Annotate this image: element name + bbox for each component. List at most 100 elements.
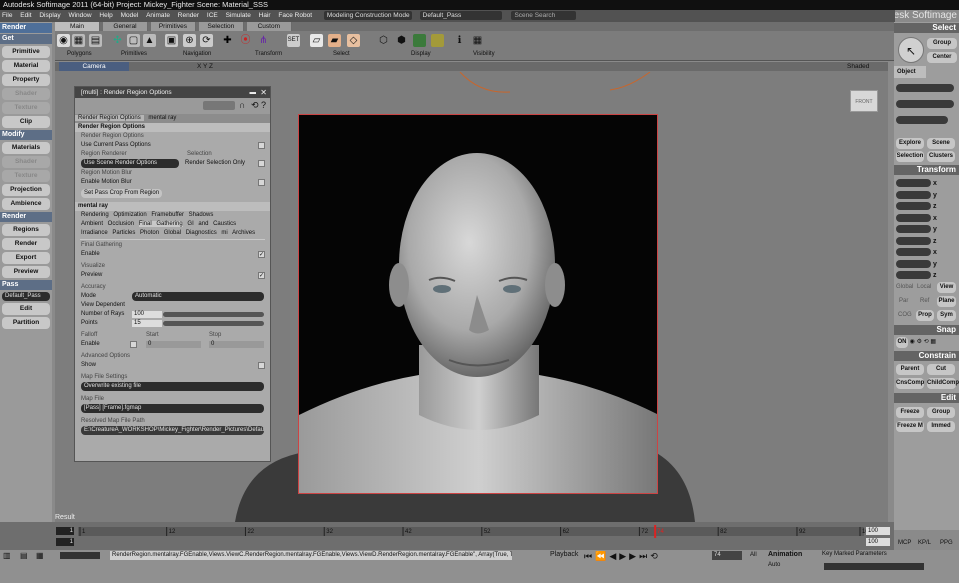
- enable-mb-checkbox[interactable]: [258, 179, 265, 186]
- mr-tab-photon-global[interactable]: Photon Global: [140, 230, 181, 236]
- mr-tab-gi-caustics[interactable]: GI and Caustics: [187, 221, 236, 227]
- command-line[interactable]: RenderRegion.mentalray.FGEnable,Views.Vi…: [110, 551, 512, 560]
- tab-general[interactable]: General: [102, 22, 148, 31]
- edit-pass-button[interactable]: Edit: [2, 303, 50, 315]
- cone-icon[interactable]: ▲: [143, 34, 156, 47]
- falloff-start-input[interactable]: 0: [146, 341, 201, 348]
- minimize-icon[interactable]: ▬: [250, 87, 257, 98]
- render-button[interactable]: Render: [2, 238, 50, 250]
- center-button[interactable]: Center: [927, 52, 957, 63]
- timeline[interactable]: 1 12 22 32 42 52 62 72 82 92 100 74 1 100 1 100: [0, 522, 894, 550]
- regions-button[interactable]: Regions: [2, 224, 50, 236]
- menu-face-robot[interactable]: Face Robot: [278, 10, 312, 22]
- mode-cog[interactable]: COG: [898, 312, 912, 318]
- mode-local[interactable]: Local: [917, 284, 931, 290]
- mode-ref[interactable]: Ref: [920, 298, 929, 304]
- camera-dropdown[interactable]: Camera: [59, 62, 129, 71]
- display-mode-dropdown[interactable]: Shaded: [847, 62, 869, 71]
- mode-par[interactable]: Par: [899, 298, 908, 304]
- preview-checkbox[interactable]: ✓: [258, 272, 265, 279]
- lock-icon[interactable]: ∩: [239, 100, 245, 110]
- textured-cube-icon[interactable]: [431, 34, 444, 47]
- modify-texture-button[interactable]: Texture: [2, 170, 50, 182]
- childcomp-button[interactable]: ChildComp: [927, 378, 959, 389]
- menu-hair[interactable]: Hair: [259, 10, 271, 22]
- prev-key-icon[interactable]: ⏪: [595, 551, 609, 561]
- zoom-icon[interactable]: ⊕: [183, 34, 196, 47]
- timeline-end-input[interactable]: 100: [866, 527, 890, 535]
- close-icon[interactable]: ✕: [260, 87, 267, 98]
- scene-search-input[interactable]: Scene Search: [511, 10, 577, 20]
- help-icon[interactable]: ?: [261, 100, 266, 110]
- scene-button[interactable]: Scene: [927, 138, 955, 149]
- snap-grid-icon[interactable]: ⚙: [917, 339, 922, 345]
- points-slider[interactable]: [163, 321, 264, 326]
- menu-display[interactable]: Display: [39, 10, 60, 22]
- points-input[interactable]: 15: [132, 320, 162, 327]
- scale-icon[interactable]: ⋔: [257, 34, 270, 47]
- wireframe-cube-icon[interactable]: ⬡: [377, 34, 390, 47]
- rot-z-field[interactable]: [896, 236, 931, 245]
- rro-section-header[interactable]: Render Region Options: [75, 123, 270, 132]
- falloff-enable-checkbox[interactable]: [130, 341, 137, 348]
- next-frame-icon[interactable]: ▶: [629, 551, 639, 561]
- polygon-icon[interactable]: ▦: [72, 34, 85, 47]
- filter-field-1[interactable]: [896, 84, 954, 92]
- texture-button[interactable]: Texture: [2, 102, 50, 114]
- partition-button[interactable]: Partition: [2, 317, 50, 329]
- select-edge-icon[interactable]: ◇: [347, 34, 360, 47]
- tab-selection[interactable]: Selection: [198, 22, 244, 31]
- all-toggle[interactable]: All: [750, 552, 757, 558]
- rays-slider[interactable]: [163, 312, 264, 317]
- key-field[interactable]: [824, 563, 924, 570]
- set-pass-crop-button[interactable]: Set Pass Crop From Region: [81, 189, 163, 198]
- mode-global[interactable]: Global: [896, 284, 913, 290]
- falloff-stop-input[interactable]: 0: [209, 341, 264, 348]
- shaded-cube-icon[interactable]: [413, 34, 426, 47]
- nav-arrows-icon[interactable]: [203, 101, 235, 110]
- property-button[interactable]: Property: [2, 74, 50, 86]
- snap-surface-icon[interactable]: ▦: [930, 339, 936, 345]
- mr-tab-shadows[interactable]: Shadows: [189, 212, 214, 218]
- view-cube[interactable]: FRONT: [850, 90, 878, 112]
- playback-label[interactable]: Playback: [550, 551, 578, 558]
- frame-icon[interactable]: ▣: [165, 34, 178, 47]
- hidden-line-cube-icon[interactable]: ⬢: [395, 34, 408, 47]
- selection-button[interactable]: Selection: [896, 151, 924, 162]
- cube-icon[interactable]: ▢: [127, 34, 140, 47]
- prev-frame-icon[interactable]: ◀: [609, 551, 619, 561]
- pass-dropdown[interactable]: Default_Pass: [419, 10, 502, 20]
- pass-select[interactable]: Default_Pass: [2, 292, 50, 301]
- key-marked-params[interactable]: Key Marked Parameters: [822, 551, 887, 557]
- immed-button[interactable]: Immed: [927, 421, 955, 432]
- show-checkbox[interactable]: [258, 362, 265, 369]
- material-button[interactable]: Material: [2, 60, 50, 72]
- clusters-button[interactable]: Clusters: [927, 151, 955, 162]
- shader-button[interactable]: Shader: [2, 88, 50, 100]
- region-renderer-select[interactable]: Use Scene Render Options: [81, 159, 179, 168]
- tab-primitives[interactable]: Primitives: [150, 22, 196, 31]
- mr-tab-ambient-occlusion[interactable]: Ambient Occlusion: [81, 221, 134, 227]
- kpl-tab[interactable]: KP/L: [918, 540, 931, 546]
- menu-simulate[interactable]: Simulate: [226, 10, 251, 22]
- range-start-input[interactable]: 1: [56, 538, 74, 546]
- group-button[interactable]: Group: [927, 38, 957, 49]
- tab-main[interactable]: Main: [55, 22, 100, 31]
- scale-y-field[interactable]: [896, 190, 931, 199]
- timeline-ruler[interactable]: 1 12 22 32 42 52 62 72 82 92 100 74: [0, 522, 894, 550]
- rotate-icon[interactable]: ⦿: [239, 34, 252, 47]
- sphere-icon[interactable]: ◉: [57, 34, 70, 47]
- mr-tab-mi-archives[interactable]: mi Archives: [221, 230, 255, 236]
- freeze-button[interactable]: Freeze: [896, 407, 924, 418]
- clip-button[interactable]: Clip: [2, 116, 50, 128]
- translate-icon[interactable]: ✚: [221, 34, 234, 47]
- mr-tab-diagnostics[interactable]: Diagnostics: [186, 230, 217, 236]
- mr-tab-irradiance[interactable]: Irradiance Particles: [81, 230, 135, 236]
- cut-button[interactable]: Cut: [927, 364, 955, 375]
- grid-icon[interactable]: ▤: [89, 34, 102, 47]
- range-end-input[interactable]: 100: [866, 538, 890, 546]
- primitive-button[interactable]: Primitive: [2, 46, 50, 58]
- axis-toggles[interactable]: X Y Z: [197, 62, 213, 71]
- mode-select[interactable]: Automatic: [132, 292, 264, 301]
- scale-z-field[interactable]: [896, 202, 931, 211]
